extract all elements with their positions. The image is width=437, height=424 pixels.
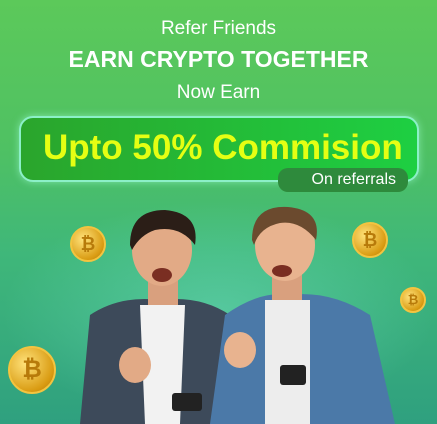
headline: EARN CRYPTO TOGETHER [68,46,369,72]
now-earn-text: Now Earn [176,82,261,103]
man-right [210,206,395,424]
bitcoin-coin-icon: ₿ [400,287,426,313]
referral-banner[interactable]: Refer Friends EARN CRYPTO TOGETHER Now E… [0,0,437,424]
commission-text: Upto 50% Commision [43,128,403,167]
refer-friends-text: Refer Friends [160,18,277,39]
two-men-with-phones-image [80,206,395,424]
on-referrals-badge: On referrals [278,168,408,192]
bitcoin-coin-icon: ₿ [8,346,56,394]
